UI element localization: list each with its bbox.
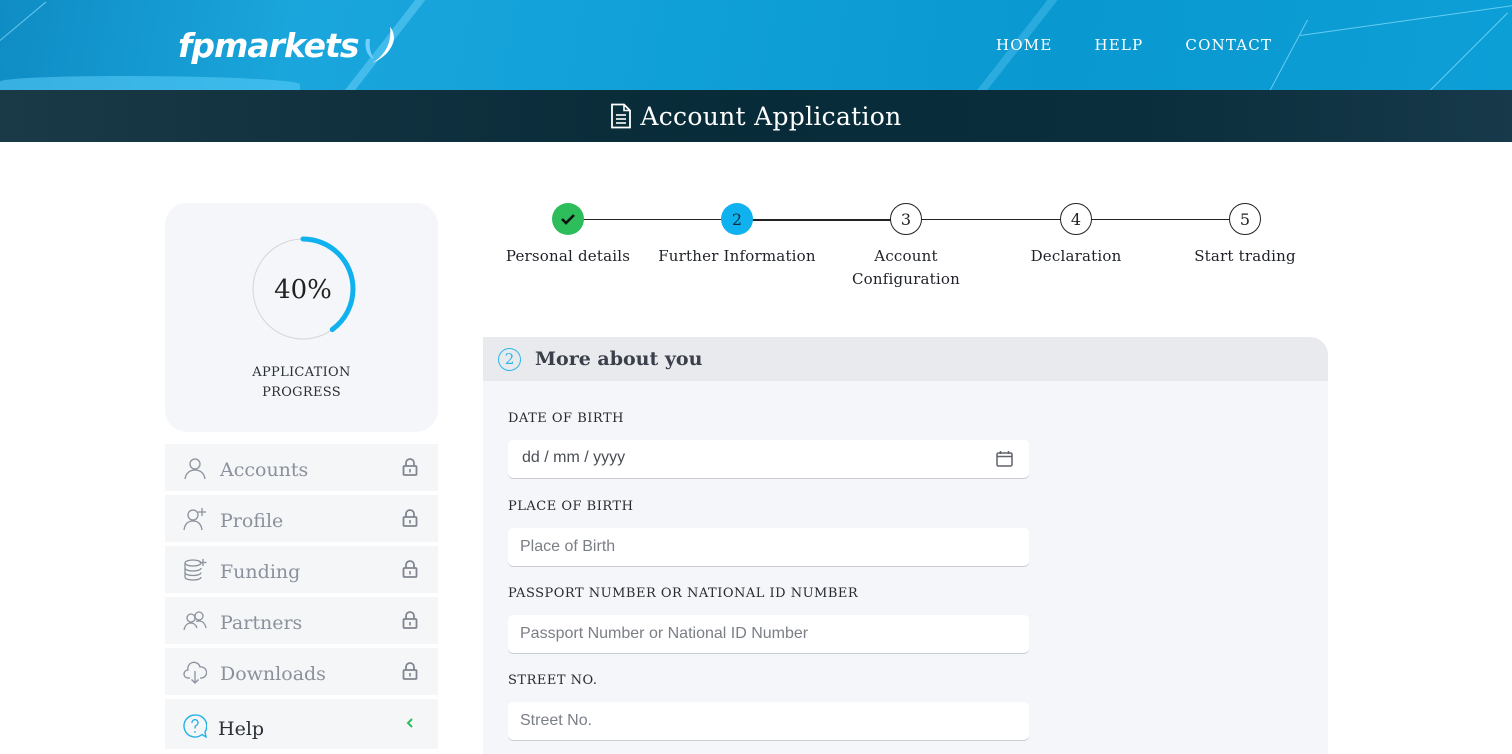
step-label-line: Configuration (851, 270, 960, 288)
banner-decoration (1429, 12, 1509, 90)
sidebar-item-label: Help (218, 718, 265, 740)
date-of-birth-value: dd / mm / yyyy (522, 449, 626, 466)
lock-icon (402, 560, 418, 578)
cloud-download-icon (183, 661, 207, 684)
step-label-line: Start trading (1194, 247, 1296, 265)
sidebar-menu: Accounts Profile Funding Partners Downlo… (165, 444, 438, 753)
step-further-information[interactable]: 2 Further Information (652, 203, 822, 268)
place-of-birth-input[interactable] (508, 528, 1029, 566)
step-circle: 5 (1229, 203, 1261, 235)
sidebar-item-profile[interactable]: Profile (165, 495, 438, 542)
step-label: Start trading (1160, 245, 1330, 268)
step-label: Further Information (652, 245, 822, 268)
sidebar-item-help[interactable]: Help (165, 699, 438, 749)
place-of-birth-label: PLACE OF BIRTH (508, 499, 634, 514)
step-circle: 4 (1060, 203, 1092, 235)
lock-icon (402, 458, 418, 476)
users-icon (183, 611, 207, 631)
street-number-field: STREET NO. (508, 673, 1029, 740)
sidebar-item-accounts[interactable]: Accounts (165, 444, 438, 491)
page-title-bar: Account Application (0, 90, 1512, 142)
sidebar-item-label: Downloads (220, 663, 326, 685)
page-title: Account Application (640, 101, 902, 131)
step-personal-details[interactable]: Personal details (483, 203, 653, 268)
place-of-birth-input-wrapper (508, 528, 1029, 566)
swoosh-check-icon (365, 27, 395, 63)
user-icon (184, 458, 206, 480)
help-bubble-icon (183, 714, 207, 738)
step-start-trading[interactable]: 5 Start trading (1160, 203, 1330, 268)
sidebar-item-label: Accounts (220, 459, 309, 481)
passport-number-input-wrapper (508, 615, 1029, 653)
sidebar-item-downloads[interactable]: Downloads (165, 648, 438, 695)
add-user-icon (183, 508, 206, 531)
date-of-birth-input[interactable]: dd / mm / yyyy (508, 440, 1029, 478)
banner-decoration (1299, 4, 1512, 36)
street-number-label: STREET NO. (508, 673, 598, 688)
progress-label-line: APPLICATION (252, 365, 351, 380)
passport-number-label: PASSPORT NUMBER OR NATIONAL ID NUMBER (508, 586, 859, 601)
header-banner: fpmarkets HOME HELP CONTACT (0, 0, 1512, 90)
lock-icon (402, 509, 418, 527)
nav-contact-link[interactable]: CONTACT (1185, 36, 1272, 54)
banner-decoration (0, 1, 47, 41)
section-number-badge: 2 (498, 347, 521, 371)
step-label: Personal details (483, 245, 653, 268)
section-header: 2 More about you (483, 337, 1328, 381)
step-label: Account Configuration (821, 245, 991, 291)
calendar-icon[interactable] (996, 450, 1013, 467)
progress-percent: 40% (274, 275, 332, 305)
step-declaration[interactable]: 4 Declaration (991, 203, 1161, 268)
section-title: More about you (535, 348, 703, 370)
more-about-you-section: 2 More about you DATE OF BIRTH dd / mm /… (483, 337, 1328, 754)
lock-icon (402, 662, 418, 680)
chevron-left-icon (406, 718, 413, 728)
step-label-line: Declaration (1030, 247, 1122, 265)
checkmark-icon (561, 214, 575, 225)
document-icon (611, 103, 632, 129)
lock-icon (402, 611, 418, 629)
sidebar-item-label: Partners (220, 612, 303, 634)
sidebar-item-label: Profile (220, 510, 284, 532)
sidebar-item-partners[interactable]: Partners (165, 597, 438, 644)
step-circle: 2 (721, 203, 753, 235)
nav-help-link[interactable]: HELP (1095, 36, 1144, 54)
banner-decoration (0, 76, 300, 90)
place-of-birth-field: PLACE OF BIRTH (508, 499, 1029, 566)
application-stepper: Personal details 2 Further Information 3… (483, 203, 1328, 293)
nav-home-link[interactable]: HOME (996, 36, 1053, 54)
date-of-birth-label: DATE OF BIRTH (508, 411, 624, 426)
step-label-line: Further Information (658, 247, 816, 265)
step-account-configuration[interactable]: 3 Account Configuration (821, 203, 991, 291)
progress-label-line: PROGRESS (262, 385, 341, 400)
brand-name: fpmarkets (178, 25, 359, 65)
step-label-line: Account (874, 247, 938, 265)
street-number-input[interactable] (508, 702, 1029, 740)
passport-number-input[interactable] (508, 615, 1029, 653)
passport-number-field: PASSPORT NUMBER OR NATIONAL ID NUMBER (508, 586, 1029, 653)
step-label: Declaration (991, 245, 1161, 268)
step-circle (552, 203, 584, 235)
step-label-line: Personal details (505, 247, 631, 265)
coins-stack-icon (184, 559, 207, 581)
brand-logo[interactable]: fpmarkets (178, 24, 396, 66)
top-navigation: HOME HELP CONTACT (996, 36, 1272, 54)
street-number-input-wrapper (508, 702, 1029, 740)
progress-label: APPLICATION PROGRESS (165, 363, 438, 403)
step-circle: 3 (890, 203, 922, 235)
sidebar-item-label: Funding (220, 561, 301, 583)
sidebar-item-funding[interactable]: Funding (165, 546, 438, 593)
application-progress-card: 40% APPLICATION PROGRESS (165, 203, 438, 432)
banner-decoration (1269, 19, 1308, 90)
date-of-birth-field: DATE OF BIRTH dd / mm / yyyy (508, 411, 1029, 478)
